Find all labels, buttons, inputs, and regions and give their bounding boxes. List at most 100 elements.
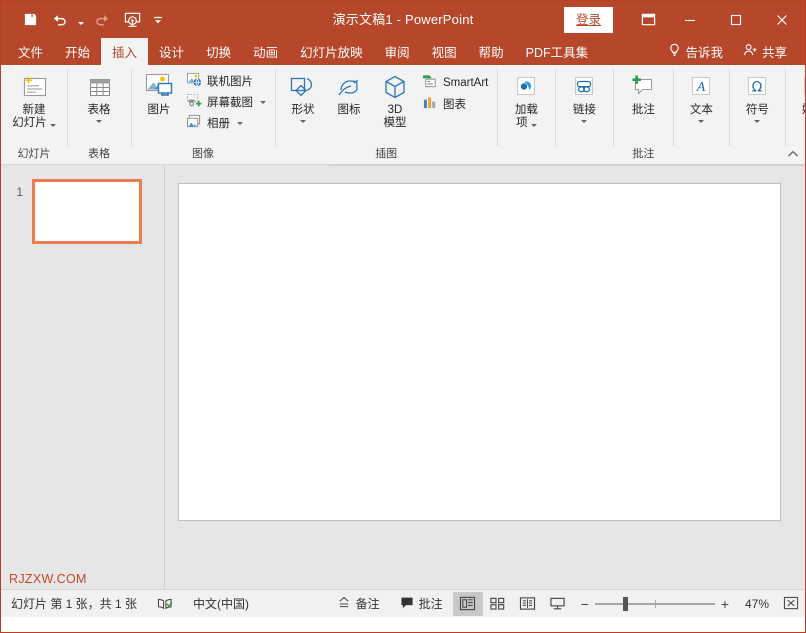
zoom-tick-100	[655, 600, 656, 608]
screenshot-button[interactable]: 屏幕截图	[183, 92, 269, 112]
svg-text:Ω: Ω	[752, 80, 763, 96]
share-button[interactable]: 共享	[733, 38, 797, 65]
zoom-out-button[interactable]: −	[581, 596, 589, 612]
slide-canvas[interactable]	[178, 183, 781, 521]
title-separator: -	[397, 12, 402, 27]
icons-button[interactable]: 图标	[327, 69, 371, 117]
slide-count-status[interactable]: 幻灯片 第 1 张，共 1 张	[1, 590, 147, 618]
symbols-button[interactable]: Ω 符号	[735, 69, 779, 123]
share-person-icon	[743, 43, 758, 60]
ribbon-tabs: 文件 开始 插入 设计 切换 动画 幻灯片放映 审阅 视图 帮助 PDF工具集 …	[1, 38, 805, 65]
zoom-percent[interactable]: 47%	[735, 597, 769, 611]
group-label-comments: 批注	[613, 147, 673, 164]
share-label: 共享	[762, 42, 787, 61]
status-bar-right: 备注 批注 −	[327, 590, 805, 618]
customize-qat-icon[interactable]	[147, 7, 169, 33]
minimize-button[interactable]	[667, 1, 713, 38]
tab-view[interactable]: 视图	[421, 38, 468, 65]
tab-file[interactable]: 文件	[7, 38, 54, 65]
ribbon-group-addins: 加载 项	[497, 65, 555, 164]
chevron-down-icon[interactable]	[300, 120, 306, 123]
site-watermark: RJZXW.COM	[9, 572, 87, 586]
chevron-down-icon[interactable]	[581, 120, 587, 123]
chevron-down-icon[interactable]	[50, 124, 56, 127]
comment-plus-icon	[627, 72, 659, 102]
slide-thumbnail-pane[interactable]: 1	[1, 165, 165, 589]
slide-sorter-button[interactable]	[483, 592, 513, 616]
text-label: 文本	[690, 104, 713, 117]
text-a-icon: A	[686, 72, 716, 102]
undo-icon[interactable]	[45, 7, 75, 33]
chart-button[interactable]: 图表	[419, 94, 491, 114]
fit-to-window-button[interactable]	[777, 592, 805, 616]
chevron-down-icon[interactable]	[754, 120, 760, 123]
notes-icon	[337, 596, 351, 612]
language-status[interactable]: 中文(中国)	[183, 590, 259, 618]
tab-pdf-tools[interactable]: PDF工具集	[515, 38, 600, 65]
pictures-button[interactable]: 图片	[137, 69, 181, 117]
tab-slideshow[interactable]: 幻灯片放映	[289, 38, 374, 65]
lightbulb-icon	[668, 43, 681, 60]
slide-editor[interactable]	[165, 165, 805, 589]
list-item[interactable]: 1	[1, 165, 164, 244]
pictures-label: 图片	[148, 104, 171, 117]
new-slide-button[interactable]: 新建 幻灯片	[7, 69, 61, 130]
zoom-handle[interactable]	[623, 597, 628, 611]
undo-dropdown-icon[interactable]	[75, 7, 87, 33]
slideshow-button[interactable]	[543, 592, 573, 616]
tab-help[interactable]: 帮助	[468, 38, 515, 65]
online-pictures-button[interactable]: 联机图片	[183, 71, 269, 91]
slide-thumbnail-1[interactable]	[32, 179, 142, 244]
chevron-down-icon[interactable]	[96, 120, 102, 123]
new-comment-label: 批注	[632, 104, 655, 117]
sign-in-button[interactable]: 登录	[564, 7, 613, 33]
normal-view-button[interactable]	[453, 592, 483, 616]
new-comment-button[interactable]: 批注	[619, 69, 667, 117]
ribbon-display-options-icon[interactable]	[629, 1, 667, 38]
tab-animations[interactable]: 动画	[242, 38, 289, 65]
add-ins-button[interactable]: 加载 项	[503, 69, 549, 130]
media-button[interactable]: 媒体	[791, 69, 805, 123]
screenshot-icon	[186, 93, 203, 111]
chevron-down-icon[interactable]	[237, 122, 243, 125]
comments-button[interactable]: 批注	[390, 590, 453, 618]
table-button[interactable]: 表格	[73, 69, 125, 123]
save-icon[interactable]	[15, 7, 45, 33]
close-button[interactable]	[759, 1, 805, 38]
chevron-down-icon[interactable]	[531, 124, 537, 127]
text-button[interactable]: A 文本	[679, 69, 723, 123]
chevron-down-icon[interactable]	[260, 101, 266, 104]
zoom-in-button[interactable]: +	[721, 596, 729, 612]
ribbon-group-slides: 新建 幻灯片 幻灯片	[1, 65, 67, 164]
comments-label: 批注	[419, 595, 443, 612]
shapes-button[interactable]: 形状	[281, 69, 325, 123]
tell-me-button[interactable]: 告诉我	[658, 38, 733, 65]
tab-review[interactable]: 审阅	[374, 38, 421, 65]
language-text: 中文(中国)	[193, 595, 249, 612]
zoom-control[interactable]: − + 47%	[573, 596, 777, 612]
ribbon-group-comments: 批注 批注	[613, 65, 673, 164]
tab-insert[interactable]: 插入	[101, 38, 148, 65]
link-button[interactable]: 链接	[561, 69, 607, 123]
3d-model-button[interactable]: 3D 模型	[373, 69, 417, 130]
maximize-button[interactable]	[713, 1, 759, 38]
spell-check-icon[interactable]	[147, 590, 183, 618]
notes-button[interactable]: 备注	[327, 590, 390, 618]
chevron-down-icon[interactable]	[698, 120, 704, 123]
smartart-icon	[422, 74, 439, 92]
tab-home[interactable]: 开始	[54, 38, 101, 65]
collapse-ribbon-button[interactable]	[787, 149, 799, 162]
cube-icon	[380, 72, 410, 102]
group-label-symbols	[729, 147, 785, 164]
smartart-button[interactable]: SmartArt	[419, 73, 491, 93]
zoom-slider[interactable]	[595, 597, 715, 611]
reading-view-button[interactable]	[513, 592, 543, 616]
add-ins-label-line1: 加载	[515, 104, 538, 117]
tab-transitions[interactable]: 切换	[195, 38, 242, 65]
photo-album-button[interactable]: 相册	[183, 113, 269, 133]
new-slide-icon	[19, 72, 49, 102]
start-slideshow-icon[interactable]	[117, 7, 147, 33]
addins-icon	[511, 72, 541, 102]
smartart-label: SmartArt	[443, 77, 488, 89]
tab-design[interactable]: 设计	[148, 38, 195, 65]
